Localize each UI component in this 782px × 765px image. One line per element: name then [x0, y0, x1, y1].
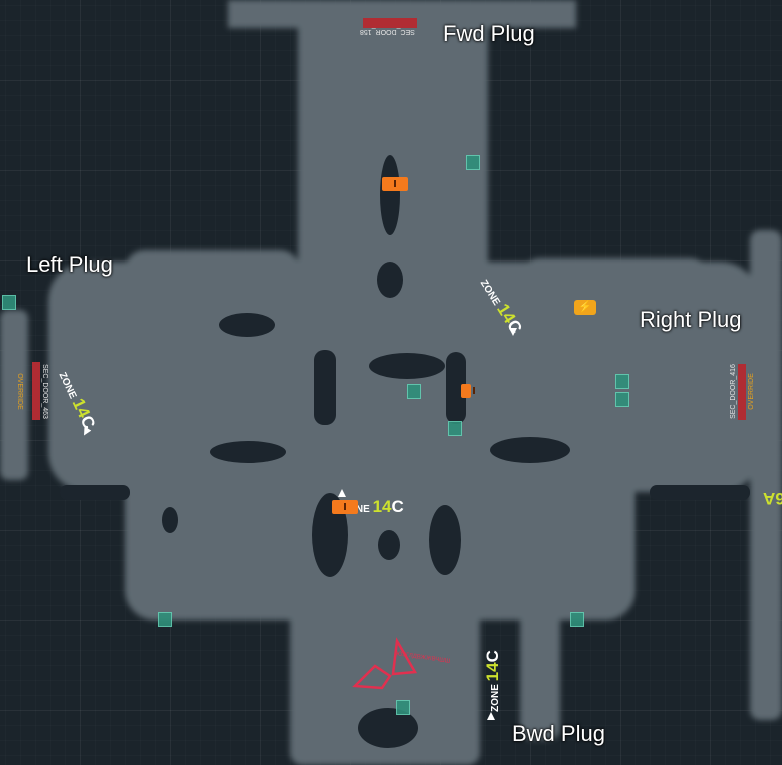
bwd-plug-label: Bwd Plug	[512, 721, 605, 746]
right-security-door[interactable]	[738, 364, 746, 420]
right-door-label: SEC_DOOR_416	[729, 364, 737, 419]
loot-container-icon[interactable]	[461, 384, 475, 398]
right-plug-label: Right Plug	[640, 307, 742, 332]
resource-crate-icon[interactable]	[407, 384, 421, 399]
resource-crate-icon[interactable]	[615, 392, 629, 407]
left-override-label[interactable]: OVERRIDE	[16, 373, 23, 410]
top-door-label: SEC_DOOR_158	[360, 28, 415, 35]
resource-crate-icon[interactable]	[448, 421, 462, 436]
zone-number: 14	[372, 497, 392, 516]
resource-crate-icon[interactable]	[570, 612, 584, 627]
zone-edge-fragment: 6A	[763, 489, 782, 508]
zone-number: 14	[482, 662, 502, 682]
left-security-door[interactable]	[32, 362, 40, 420]
hazard-triangle-icon	[352, 637, 418, 690]
zone-marker-bottom: ZONE 14C	[483, 650, 503, 712]
resource-crate-icon[interactable]	[396, 700, 410, 715]
left-door-label: SEC_DOOR_463	[40, 364, 48, 419]
resource-crate-icon[interactable]	[466, 155, 480, 170]
resource-crate-icon[interactable]	[615, 374, 629, 389]
left-plug-label: Left Plug	[26, 252, 113, 277]
top-security-door[interactable]	[363, 18, 417, 28]
zone-suffix: C	[482, 650, 502, 663]
zone-word: ZONE	[489, 684, 501, 712]
resource-crate-icon[interactable]	[2, 295, 16, 310]
loot-container-icon[interactable]	[332, 500, 358, 514]
zone-suffix: C	[391, 497, 404, 516]
fwd-plug-label: Fwd Plug	[443, 21, 535, 46]
loot-container-icon[interactable]	[382, 177, 408, 191]
lightning-icon[interactable]: ⚡	[574, 300, 596, 315]
right-override-label[interactable]: OVERRIDE	[748, 373, 755, 410]
resource-crate-icon[interactable]	[158, 612, 172, 627]
level-map: Fwd Plug Left Plug Right Plug Bwd Plug S…	[0, 0, 782, 765]
